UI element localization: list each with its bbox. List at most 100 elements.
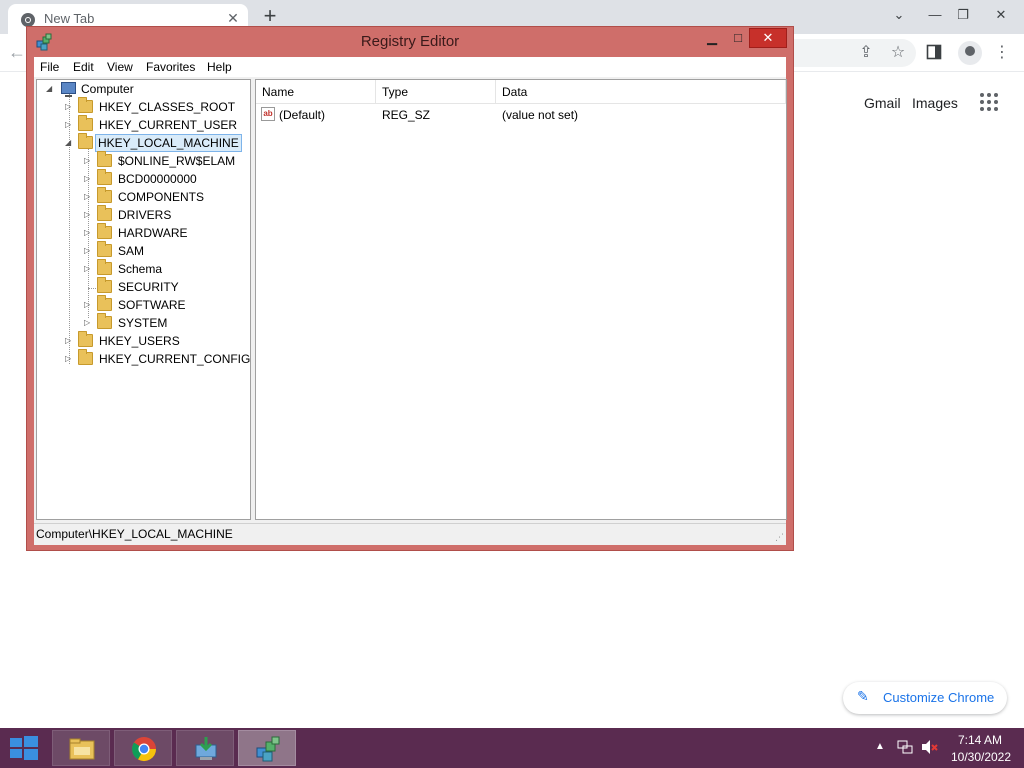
regedit-icon [256,736,280,762]
tree-item-drivers[interactable]: ▷ DRIVERS [37,205,250,224]
column-header-type[interactable]: Type [376,80,496,104]
expand-arrow-icon[interactable]: ▷ [84,188,93,206]
folder-icon [97,151,112,167]
folder-icon [78,97,93,113]
tree-item-hardware[interactable]: ▷ HARDWARE [37,223,250,242]
network-icon[interactable] [897,739,913,755]
profile-icon[interactable] [958,41,982,65]
volume-muted-icon[interactable] [921,739,939,755]
collapse-arrow-icon[interactable]: ◢ [46,80,55,98]
value-type: REG_SZ [382,108,431,122]
menu-edit[interactable]: Edit [73,60,94,74]
expand-arrow-icon[interactable]: ▷ [65,350,74,368]
tree-item-label: COMPONENTS [118,190,205,204]
taskbar-regedit[interactable] [238,730,296,766]
share-icon[interactable]: ⇪ [854,41,878,65]
expand-arrow-icon[interactable]: ▷ [65,98,74,116]
key-tree-pane[interactable]: ◢ Computer ▷ HKEY_CLASSES_ROOT ▷ HKEY_CU… [36,79,251,520]
taskbar-file-explorer[interactable] [52,730,110,766]
tree-item-online-rw-elam[interactable]: ▷ $ONLINE_RW$ELAM [37,151,250,170]
close-browser-button[interactable]: ✕ [984,0,1018,30]
customize-chrome-button[interactable]: ✎ Customize Chrome [843,682,1007,714]
registry-editor-window[interactable]: Registry Editor ▁ □ ✕ File Edit View Fav… [26,26,794,551]
gmail-link[interactable]: Gmail [864,95,901,111]
menu-file[interactable]: File [40,60,59,74]
taskbar [0,728,1024,768]
collapse-arrow-icon[interactable]: ◢ [65,134,74,152]
folder-icon [97,313,112,329]
tree-item-components[interactable]: ▷ COMPONENTS [37,187,250,206]
expand-arrow-icon[interactable]: ▷ [84,260,93,278]
expand-arrow-icon[interactable]: ▷ [84,242,93,260]
images-link[interactable]: Images [912,95,958,111]
minimize-button[interactable]: ▁ [699,29,725,47]
tree-item-bcd00000000[interactable]: ▷ BCD00000000 [37,169,250,188]
show-hidden-icons-icon[interactable]: ▲ [875,741,885,752]
menu-favorites[interactable]: Favorites [146,60,195,74]
star-icon[interactable]: ☆ [886,41,910,65]
tree-item-schema[interactable]: ▷ Schema [37,259,250,278]
status-path: Computer\HKEY_LOCAL_MACHINE [36,527,233,541]
resize-grip-icon[interactable]: ⋰ [775,532,784,543]
expand-arrow-icon[interactable]: ▷ [84,152,93,170]
kebab-menu-icon[interactable]: ⋮ [990,41,1014,65]
tree-item-hkey-users[interactable]: ▷ HKEY_USERS [37,331,250,350]
folder-icon [97,277,112,293]
tree-item-label: BCD00000000 [118,172,197,186]
maximize-button[interactable]: □ [725,29,751,47]
tree-item-software[interactable]: ▷ SOFTWARE [37,295,250,314]
value-data: (value not set) [502,108,579,122]
expand-arrow-icon[interactable]: ▷ [84,224,93,242]
restore-button[interactable]: ❐ [946,0,980,30]
tree-item-label: HKEY_CURRENT_CONFIG [99,352,251,366]
list-header: Name Type Data [256,80,786,104]
tree-item-hkey-current-user[interactable]: ▷ HKEY_CURRENT_USER [37,115,250,134]
clock-date[interactable]: 10/30/2022 [948,750,1014,764]
tree-item-label: Computer [81,82,134,96]
tab-search-button[interactable]: ⌄ [882,0,916,30]
windows-start-icon[interactable] [10,736,38,760]
tree-item-hkey-local-machine[interactable]: ◢ HKEY_LOCAL_MACHINE [37,133,250,152]
string-value-icon: ab [261,107,275,121]
values-list-pane[interactable]: Name Type Data ab (Default) REG_SZ (valu… [255,79,787,520]
tree-item-label: SYSTEM [118,316,168,330]
folder-icon [97,241,112,257]
title-bar[interactable]: Registry Editor ▁ □ ✕ [27,27,793,57]
expand-arrow-icon[interactable]: ▷ [84,314,93,332]
folder-icon [97,187,112,203]
tree-item-hkey-classes-root[interactable]: ▷ HKEY_CLASSES_ROOT [37,97,250,116]
taskbar-chrome[interactable] [114,730,172,766]
column-header-name[interactable]: Name [256,80,376,104]
expand-arrow-icon[interactable]: ▷ [84,170,93,188]
value-name: (Default) [279,108,326,122]
chrome-icon [132,737,156,762]
expand-arrow-icon[interactable]: ▷ [65,332,74,350]
expand-arrow-icon[interactable]: ▷ [84,296,93,314]
tree-item-sam[interactable]: ▷ SAM [37,241,250,260]
google-apps-icon[interactable] [980,93,1000,113]
menu-help[interactable]: Help [207,60,232,74]
taskbar-network-download[interactable] [176,730,234,766]
folder-icon [97,295,112,311]
tree-item-label: SECURITY [118,280,179,294]
tree-item-label: HKEY_CURRENT_USER [99,118,238,132]
column-header-data[interactable]: Data [496,80,786,104]
tree-item-system[interactable]: ▷ SYSTEM [37,313,250,332]
side-panel-icon[interactable] [926,44,942,60]
menu-view[interactable]: View [107,60,133,74]
tree-item-label: DRIVERS [118,208,172,222]
folder-icon [97,259,112,275]
tree-item-label: HARDWARE [118,226,188,240]
back-arrow-icon[interactable]: ← [8,42,26,63]
tree-item-label: SAM [118,244,145,258]
tree-item-computer[interactable]: ◢ Computer [37,80,250,98]
tab-close-button[interactable]: ✕ [224,9,242,27]
expand-arrow-icon[interactable]: ▷ [84,206,93,224]
clock-time[interactable]: 7:14 AM [950,733,1010,747]
folder-icon [78,115,93,131]
tree-item-security[interactable]: SECURITY [37,277,250,296]
close-button[interactable]: ✕ [749,28,787,48]
file-explorer-icon [69,738,95,760]
tree-item-hkey-current-config[interactable]: ▷ HKEY_CURRENT_CONFIG [37,349,251,368]
expand-arrow-icon[interactable]: ▷ [65,116,74,134]
